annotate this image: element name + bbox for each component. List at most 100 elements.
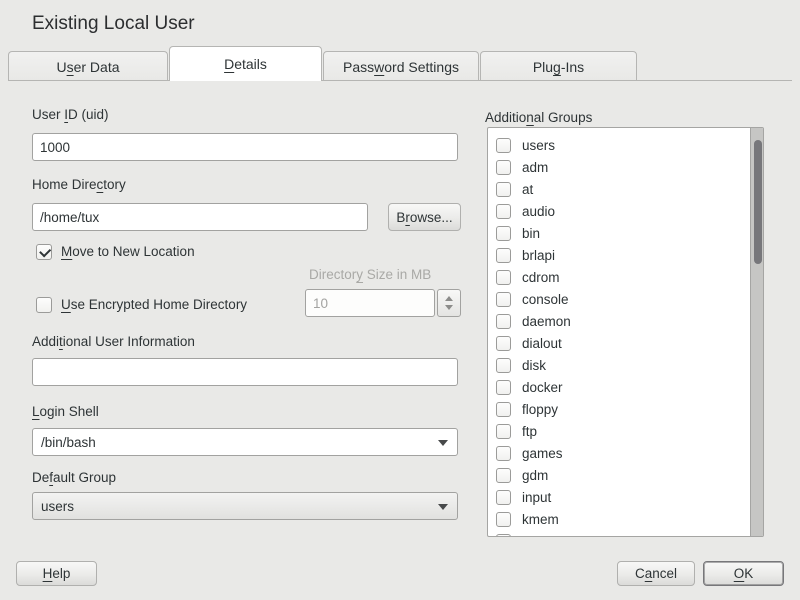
- ok-button[interactable]: OK: [703, 561, 784, 586]
- home-directory-label: Home Directory: [32, 177, 126, 192]
- group-checkbox[interactable]: [496, 292, 511, 307]
- home-directory-input[interactable]: [32, 203, 368, 231]
- group-row[interactable]: brlapi: [488, 244, 750, 266]
- spin-down-icon[interactable]: [445, 305, 453, 310]
- help-button-label: Help: [43, 566, 71, 581]
- group-checkbox[interactable]: [496, 160, 511, 175]
- default-group-combo[interactable]: users: [32, 492, 458, 520]
- group-row[interactable]: bin: [488, 222, 750, 244]
- login-shell-combo[interactable]: /bin/bash: [32, 428, 458, 456]
- tab-user-data-label: User Data: [56, 59, 119, 75]
- group-row[interactable]: kmem: [488, 508, 750, 530]
- group-label: users: [522, 138, 555, 153]
- additional-info-input[interactable]: [32, 358, 458, 386]
- group-checkbox[interactable]: [496, 358, 511, 373]
- group-checkbox[interactable]: [496, 204, 511, 219]
- directory-size-spinner[interactable]: [437, 289, 461, 317]
- group-label: disk: [522, 358, 546, 373]
- group-label: lock: [522, 534, 546, 538]
- group-label: docker: [522, 380, 563, 395]
- chevron-down-icon[interactable]: [438, 504, 448, 510]
- group-checkbox[interactable]: [496, 424, 511, 439]
- tab-details[interactable]: Details: [169, 46, 322, 81]
- group-checkbox[interactable]: [496, 490, 511, 505]
- group-row[interactable]: docker: [488, 376, 750, 398]
- group-label: kmem: [522, 512, 559, 527]
- group-label: adm: [522, 160, 548, 175]
- group-row[interactable]: input: [488, 486, 750, 508]
- group-row[interactable]: daemon: [488, 310, 750, 332]
- group-row[interactable]: disk: [488, 354, 750, 376]
- login-shell-value: /bin/bash: [41, 435, 96, 450]
- page-title: Existing Local User: [32, 13, 195, 35]
- group-checkbox[interactable]: [496, 138, 511, 153]
- tab-bar: User Data Details Password Settings Plug…: [8, 46, 792, 81]
- group-checkbox[interactable]: [496, 248, 511, 263]
- group-label: brlapi: [522, 248, 555, 263]
- group-row[interactable]: games: [488, 442, 750, 464]
- group-checkbox[interactable]: [496, 226, 511, 241]
- group-checkbox[interactable]: [496, 380, 511, 395]
- group-row[interactable]: at: [488, 178, 750, 200]
- tab-user-data[interactable]: User Data: [8, 51, 168, 81]
- vertical-scrollbar[interactable]: [750, 128, 763, 536]
- login-shell-label: Login Shell: [32, 404, 99, 419]
- group-checkbox[interactable]: [496, 446, 511, 461]
- group-row[interactable]: dialout: [488, 332, 750, 354]
- additional-groups-list[interactable]: users adm at audio bin brlapi cdrom cons…: [487, 127, 764, 537]
- group-label: console: [522, 292, 569, 307]
- scrollbar-thumb[interactable]: [754, 140, 762, 264]
- group-label: cdrom: [522, 270, 560, 285]
- additional-info-label: Additional User Information: [32, 334, 195, 349]
- group-checkbox[interactable]: [496, 468, 511, 483]
- tab-plug-ins[interactable]: Plug-Ins: [480, 51, 637, 81]
- browse-button[interactable]: Browse...: [388, 203, 461, 231]
- group-checkbox[interactable]: [496, 402, 511, 417]
- group-label: games: [522, 446, 563, 461]
- group-checkbox[interactable]: [496, 314, 511, 329]
- group-row[interactable]: audio: [488, 200, 750, 222]
- use-encrypted-home-checkbox[interactable]: [36, 297, 52, 313]
- user-id-label: User ID (uid): [32, 107, 109, 122]
- group-label: audio: [522, 204, 555, 219]
- ok-button-label: OK: [734, 566, 754, 581]
- group-label: floppy: [522, 402, 558, 417]
- group-row[interactable]: users: [488, 134, 750, 156]
- tab-details-label: Details: [224, 56, 267, 72]
- group-row[interactable]: ftp: [488, 420, 750, 442]
- group-label: input: [522, 490, 551, 505]
- use-encrypted-home-row[interactable]: Use Encrypted Home Directory: [36, 296, 247, 313]
- group-label: bin: [522, 226, 540, 241]
- move-to-new-location-label: Move to New Location: [61, 244, 195, 259]
- group-label: dialout: [522, 336, 562, 351]
- default-group-label: Default Group: [32, 470, 116, 485]
- group-row[interactable]: console: [488, 288, 750, 310]
- group-checkbox[interactable]: [496, 270, 511, 285]
- group-row[interactable]: lock: [488, 530, 750, 537]
- group-checkbox[interactable]: [496, 336, 511, 351]
- group-row[interactable]: adm: [488, 156, 750, 178]
- spin-up-icon[interactable]: [445, 296, 453, 301]
- tab-plug-ins-label: Plug-Ins: [533, 59, 584, 75]
- chevron-down-icon[interactable]: [438, 440, 448, 446]
- group-checkbox[interactable]: [496, 512, 511, 527]
- help-button[interactable]: Help: [16, 561, 97, 586]
- tab-password-settings[interactable]: Password Settings: [323, 51, 479, 81]
- group-checkbox[interactable]: [496, 534, 511, 538]
- group-row[interactable]: floppy: [488, 398, 750, 420]
- directory-size-label: Directory Size in MB: [309, 267, 431, 282]
- user-id-input[interactable]: [32, 133, 458, 161]
- directory-size-input[interactable]: [305, 289, 435, 317]
- group-label: gdm: [522, 468, 548, 483]
- cancel-button-label: Cancel: [635, 566, 677, 581]
- cancel-button[interactable]: Cancel: [617, 561, 695, 586]
- group-row[interactable]: cdrom: [488, 266, 750, 288]
- use-encrypted-home-label: Use Encrypted Home Directory: [61, 297, 247, 312]
- move-to-new-location-checkbox[interactable]: [36, 244, 52, 260]
- additional-groups-label: Additional Groups: [485, 110, 592, 125]
- group-row[interactable]: gdm: [488, 464, 750, 486]
- move-to-new-location-row[interactable]: Move to New Location: [36, 243, 195, 260]
- browse-button-label: Browse...: [396, 210, 452, 225]
- group-label: daemon: [522, 314, 571, 329]
- group-checkbox[interactable]: [496, 182, 511, 197]
